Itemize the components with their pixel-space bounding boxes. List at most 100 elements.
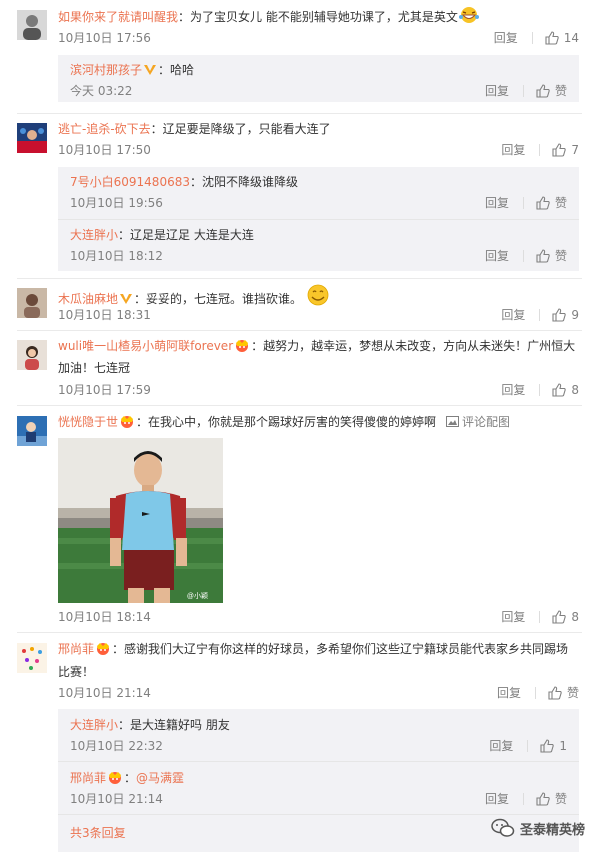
thumbs-up-icon [536, 249, 550, 263]
divider [531, 32, 533, 44]
like-count: 1 [559, 739, 567, 753]
username[interactable]: 木瓜油麻地 [58, 292, 118, 306]
comment-time: 10月10日 17:59 [58, 383, 151, 397]
username[interactable]: 邢尚菲 [58, 642, 94, 656]
like-button[interactable]: 1 [540, 738, 567, 754]
divider [58, 814, 579, 815]
thumbs-up-icon [552, 143, 567, 157]
more-replies-link[interactable]: 共3条回复 [70, 823, 126, 843]
reply-button[interactable]: 回复 [485, 195, 509, 211]
reply-button[interactable]: 回复 [501, 307, 525, 323]
reply-button[interactable]: 回复 [501, 142, 525, 158]
crown-badge-icon [94, 641, 112, 661]
divider [17, 278, 582, 279]
avatar[interactable] [17, 340, 47, 370]
reply-text-row: 7号小白6091480683：沈阳不降级谁降级 [70, 172, 298, 192]
wechat-watermark: 圣泰精英榜 [491, 818, 585, 838]
thumbs-up-icon [536, 84, 550, 98]
like-button[interactable]: 赞 [548, 685, 579, 701]
comment-text-row-2: 加油！七连冠 [58, 361, 131, 375]
comment-text: ：妥妥的，七连冠。谁挡砍谁。 [134, 292, 303, 306]
like-button[interactable]: 赞 [536, 195, 567, 211]
reply-button[interactable]: 回复 [485, 83, 509, 99]
divider [58, 219, 579, 220]
thumbs-up-icon [536, 196, 550, 210]
comment-actions: 回复 14 [494, 30, 579, 46]
like-label: 赞 [554, 249, 567, 263]
divider [17, 632, 582, 633]
comment-time: 10月10日 18:31 [58, 308, 151, 322]
like-button[interactable]: 14 [545, 30, 579, 46]
like-button[interactable]: 赞 [536, 83, 567, 99]
divider [539, 384, 541, 396]
username[interactable]: 7号小白6091480683 [70, 175, 190, 189]
username[interactable]: wuli唯一山楂易小萌阿联forever [58, 339, 233, 353]
crown-badge-icon [118, 414, 136, 434]
reply-box: 7号小白6091480683：沈阳不降级谁降级 10月10日 19:56 回复赞… [58, 167, 579, 271]
comment-time: 10月10日 21:14 [58, 686, 151, 700]
comment-photo[interactable]: @小颖 [58, 438, 223, 603]
like-button[interactable]: 8 [552, 382, 579, 398]
comment-time: 10月10日 17:50 [58, 143, 151, 157]
divider [539, 611, 541, 623]
comment-text: ：在我心中，你就是那个踢球好厉害的笑得傻傻的婷婷啊 [136, 415, 437, 429]
reply-button[interactable]: 回复 [501, 382, 525, 398]
avatar[interactable] [17, 123, 47, 153]
like-button[interactable]: 9 [552, 307, 579, 323]
reply-text: ：是大连籍好吗 朋友 [118, 718, 230, 732]
comment-text-row: 逃亡-追杀-砍下去：辽足要是降级了，只能看大连了 [58, 119, 587, 139]
divider [522, 85, 524, 97]
avatar[interactable] [17, 288, 47, 318]
image-icon [446, 416, 460, 427]
picture-link[interactable]: 评论配图 [446, 415, 510, 429]
comment-text-row: 如果你来了就请叫醒我：为了宝贝女儿 能不能别辅导她功课了，尤其是英文 [58, 6, 587, 30]
wechat-icon [491, 818, 515, 837]
like-button[interactable]: 赞 [536, 791, 567, 807]
like-button[interactable]: 7 [552, 142, 579, 158]
username[interactable]: 邢尚菲 [70, 771, 106, 785]
thumbs-up-icon [545, 31, 559, 45]
reply-text-row: 邢尚菲 ：@马满霆 [70, 768, 184, 790]
comment-text: ：为了宝贝女儿 能不能别辅导她功课了，尤其是英文 [178, 10, 458, 24]
reply-actions: 回复 赞 [485, 248, 567, 264]
username[interactable]: 大连胖小 [70, 228, 118, 242]
username[interactable]: 逃亡-追杀-砍下去 [58, 122, 151, 136]
divider [17, 330, 582, 331]
mention-link[interactable]: @马满霆 [136, 771, 184, 785]
reply-button[interactable]: 回复 [497, 685, 521, 701]
username[interactable]: 恍恍隐于世 [58, 415, 118, 429]
reply-button[interactable]: 回复 [489, 738, 513, 754]
divider [534, 687, 536, 699]
avatar[interactable] [17, 416, 47, 446]
crown-badge-icon [233, 338, 251, 358]
comment-time: 10月10日 18:14 [58, 610, 151, 624]
crown-badge-icon [106, 770, 124, 790]
comment-text: ：越努力，越幸运，梦想从未改变，方向从未迷失！广州恒大 [251, 339, 576, 353]
reply-text-row: 大连胖小：是大连籍好吗 朋友 [70, 715, 230, 735]
like-label: 赞 [554, 84, 567, 98]
username[interactable]: 滨河村那孩子 [70, 63, 142, 77]
like-count: 8 [571, 610, 579, 624]
like-count: 14 [563, 31, 579, 45]
reply-actions: 回复 赞 [485, 791, 567, 807]
reply-time: 今天 03:22 [70, 84, 133, 98]
avatar[interactable] [17, 10, 47, 40]
reply-time: 10月10日 21:14 [70, 792, 163, 806]
comment-actions: 回复 赞 [497, 685, 579, 701]
like-count: 7 [571, 143, 579, 157]
reply-button[interactable]: 回复 [494, 30, 518, 46]
reply-button[interactable]: 回复 [485, 248, 509, 264]
divider [17, 405, 582, 406]
reply-text-row: 大连胖小：辽足是辽足 大连是大连 [70, 225, 254, 245]
reply-button[interactable]: 回复 [485, 791, 509, 807]
like-button[interactable]: 赞 [536, 248, 567, 264]
username[interactable]: 如果你来了就请叫醒我 [58, 10, 178, 24]
reply-text: ：哈哈 [158, 63, 195, 77]
comment-actions: 回复 8 [501, 609, 579, 625]
username[interactable]: 大连胖小 [70, 718, 118, 732]
reply-button[interactable]: 回复 [501, 609, 525, 625]
like-button[interactable]: 8 [552, 609, 579, 625]
divider [17, 113, 582, 114]
avatar[interactable] [17, 643, 47, 673]
thumbs-up-icon [552, 308, 567, 322]
